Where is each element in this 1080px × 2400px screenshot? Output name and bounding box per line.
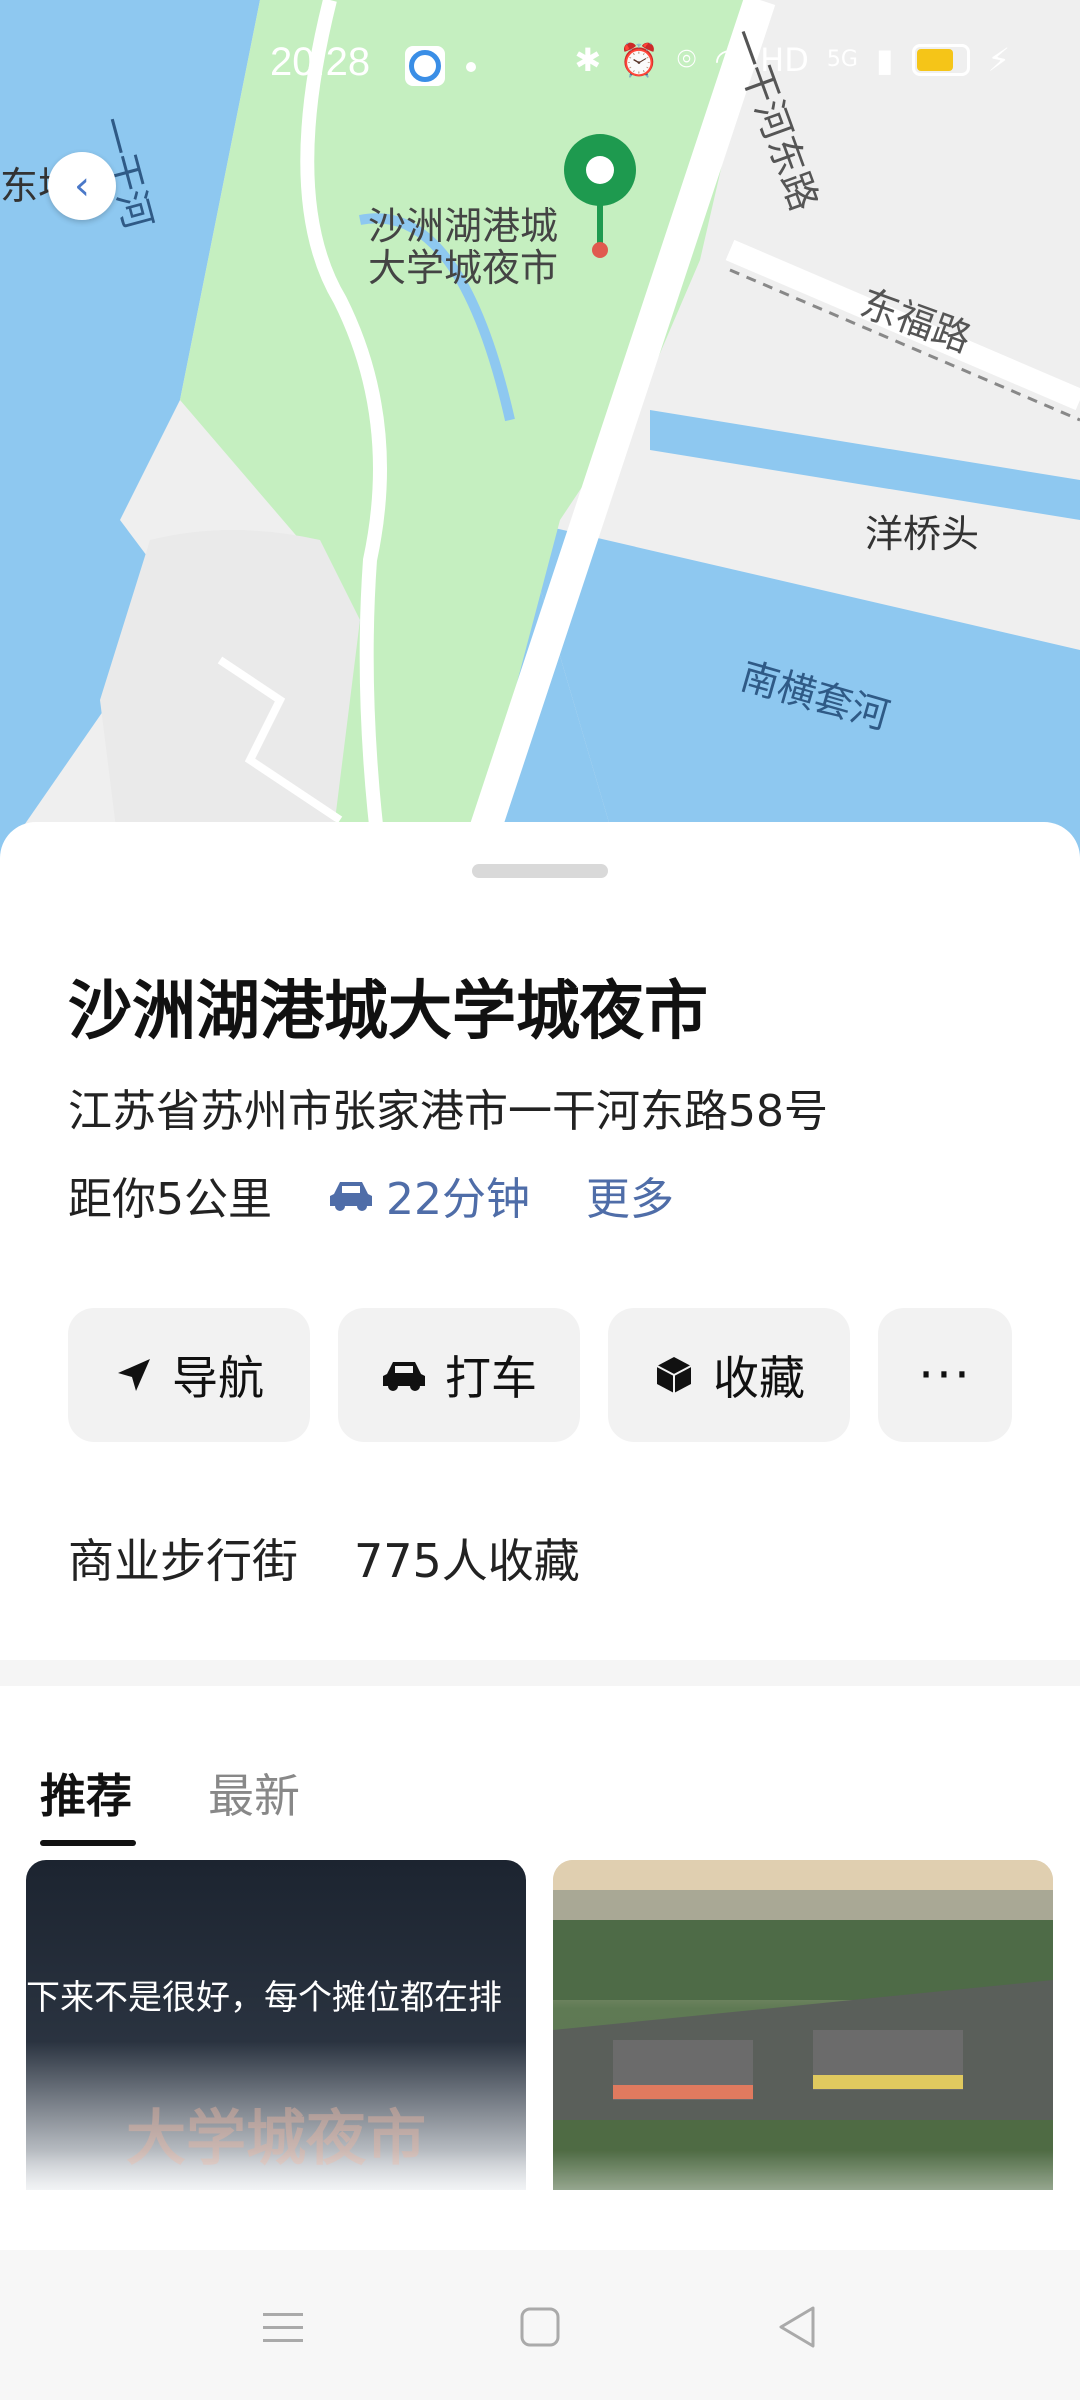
favorite-button[interactable]: 收藏 [608, 1308, 850, 1442]
navigate-button[interactable]: 导航 [68, 1308, 310, 1442]
content-tabs: 推荐 最新 [40, 1760, 300, 1846]
home-square-icon [520, 2307, 560, 2347]
car-icon [330, 1182, 372, 1211]
poi-marker-label-line1: 沙洲湖港城 [368, 204, 559, 248]
hd-label: HD [760, 40, 809, 79]
drive-time: 22分钟 [386, 1174, 530, 1225]
section-divider [0, 1660, 1080, 1686]
night-market-aerial-photo [553, 1860, 1053, 2190]
poi-tags: 商业步行街 775人收藏 [68, 1525, 580, 1591]
menu-button[interactable] [248, 2292, 318, 2362]
signal-bars-icon: ▮ [875, 40, 894, 79]
poi-marker-label[interactable]: 沙洲湖港城 大学城夜市 [368, 205, 558, 289]
alarm-icon: ⏰ [619, 40, 660, 79]
battery-icon [911, 43, 970, 76]
tab-recommended[interactable]: 推荐 [40, 1760, 136, 1846]
content-fade [0, 2150, 1080, 2250]
navigation-arrow-icon [118, 1359, 150, 1391]
menu-icon [263, 2313, 303, 2342]
status-icons: ✱ ⏰ ⌾ ◠ HD 5G ▮ ⚡ [574, 40, 1010, 79]
sheet-drag-handle[interactable] [472, 864, 608, 878]
favorite-label: 收藏 [713, 1351, 805, 1405]
chevron-left-icon: ‹ [74, 163, 90, 209]
navigate-label: 导航 [172, 1351, 264, 1405]
more-actions-button[interactable]: ··· [878, 1308, 1012, 1442]
app-notification-icon [405, 46, 445, 86]
notification-dot-icon [466, 62, 476, 72]
more-info-link[interactable]: 更多 [586, 1163, 674, 1227]
content-card-video[interactable]: 下来不是很好，每个摊位都在排 大学城夜市 [26, 1860, 526, 2190]
wifi-icon: ◠ [714, 40, 743, 79]
status-bar: 20:28 ✱ ⏰ ⌾ ◠ HD 5G ▮ ⚡ [0, 0, 1080, 135]
map-label-yangqiaotou: 洋桥头 [865, 512, 980, 556]
poi-meta-row: 距你5公里 22分钟 更多 [68, 1163, 674, 1227]
poi-distance: 距你5公里 [68, 1174, 272, 1225]
location-icon: ⌾ [677, 40, 697, 78]
taxi-icon [383, 1362, 425, 1391]
content-card-photo[interactable] [553, 1860, 1053, 2190]
signal-label: 5G [826, 47, 858, 72]
poi-marker-label-line2: 大学城夜市 [368, 246, 559, 290]
taxi-label: 打车 [445, 1351, 537, 1405]
drive-time-link[interactable]: 22分钟 [328, 1163, 530, 1227]
taxi-button[interactable]: 打车 [338, 1308, 580, 1442]
action-buttons: 导航 打车 收藏 ··· [68, 1308, 1012, 1442]
status-time: 20:28 [270, 40, 371, 84]
poi-title: 沙洲湖港城大学城夜市 [68, 975, 708, 1049]
poi-address: 江苏省苏州市张家港市一干河东路58号 [68, 1086, 828, 1137]
back-nav-button[interactable] [762, 2292, 832, 2362]
poi-favorites-count: 775人收藏 [354, 1534, 580, 1588]
bluetooth-icon: ✱ [574, 40, 602, 79]
cube-icon [656, 1357, 692, 1393]
system-nav-bar [0, 2250, 1080, 2400]
back-button[interactable]: ‹ [48, 152, 116, 220]
card-caption: 下来不是很好，每个摊位都在排 [26, 1978, 502, 2018]
back-triangle-icon [779, 2306, 815, 2348]
home-button[interactable] [505, 2292, 575, 2362]
tab-latest[interactable]: 最新 [208, 1760, 300, 1846]
poi-category: 商业步行街 [68, 1534, 298, 1588]
charging-icon: ⚡ [987, 40, 1010, 79]
more-dots-icon: ··· [918, 1346, 972, 1404]
